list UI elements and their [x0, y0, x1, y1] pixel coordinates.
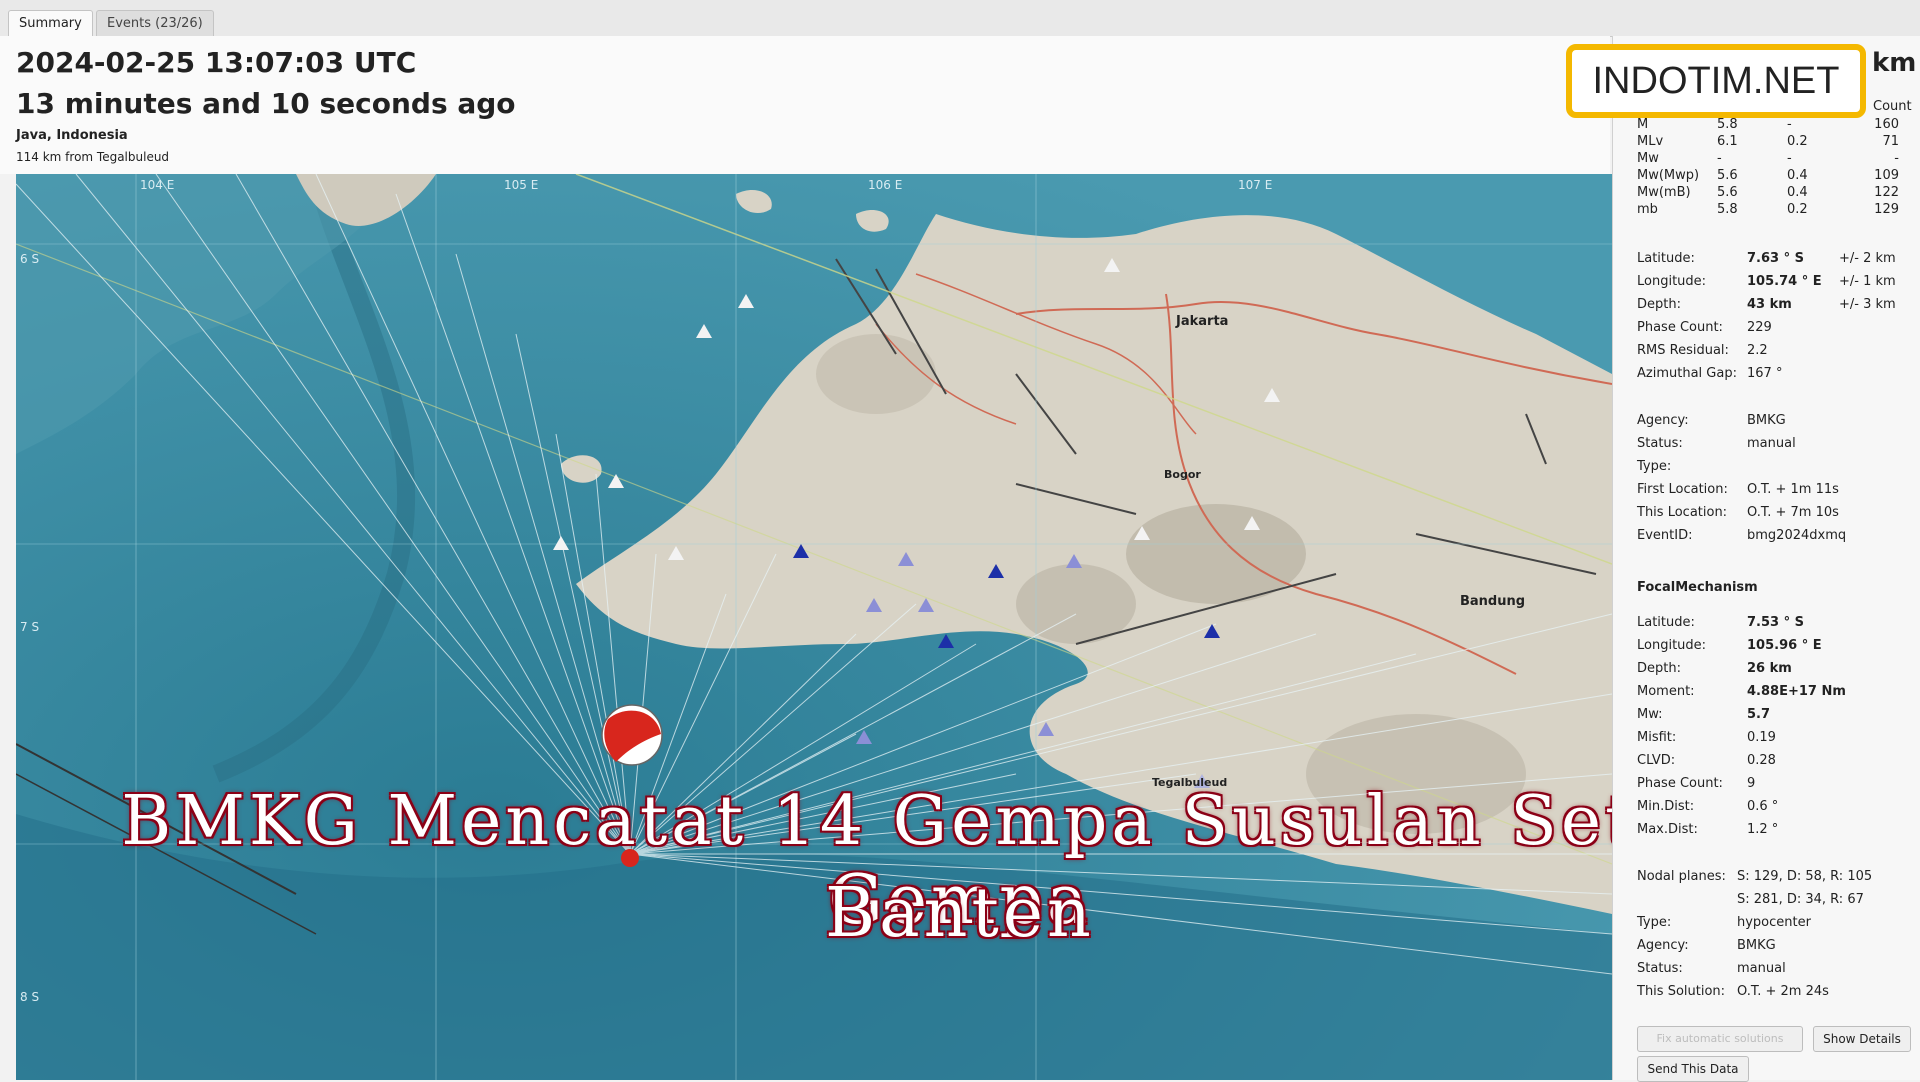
depth-km-partial: km — [1872, 48, 1917, 78]
event-details-panel: Count M 5.8-160 MLv 6.1 0.2 71 Mw - - - Mw(Mwp)… — [1612, 36, 1920, 1082]
send-data-button[interactable]: Send This Data — [1637, 1056, 1749, 1082]
event-time: 2024-02-25 13:07:03 UTC — [16, 46, 417, 79]
place-bandung: Bandung — [1460, 594, 1526, 609]
lon-tick-104: 104 E — [140, 178, 175, 192]
focal-mechanism-title: FocalMechanism — [1637, 580, 1758, 595]
show-details-button[interactable]: Show Details — [1813, 1026, 1911, 1052]
tab-events[interactable]: Events (23/26) — [96, 10, 214, 36]
tab-summary[interactable]: Summary — [8, 10, 93, 36]
lat-tick-8: 8 S — [20, 990, 40, 1004]
fix-automatic-button[interactable]: Fix automatic solutions — [1637, 1026, 1803, 1052]
tab-bar: Summary Events (23/26) — [0, 0, 1920, 37]
event-header: 2024-02-25 13:07:03 UTC 13 minutes and 1… — [0, 36, 1610, 174]
lon-tick-106: 106 E — [868, 178, 903, 192]
count-header: Count — [1873, 99, 1912, 114]
event-region: Java, Indonesia — [16, 128, 128, 143]
watermark-logo: INDOTIM.NET — [1566, 44, 1866, 118]
event-age: 13 minutes and 10 seconds ago — [16, 87, 516, 120]
focal-mechanism-beachball[interactable] — [601, 704, 663, 766]
place-jakarta: Jakarta — [1176, 314, 1229, 329]
lat-tick-6: 6 S — [20, 252, 40, 266]
lon-tick-107: 107 E — [1238, 178, 1273, 192]
event-distance: 114 km from Tegalbuleud — [16, 150, 170, 164]
place-bogor: Bogor — [1164, 468, 1201, 481]
lon-tick-105: 105 E — [504, 178, 539, 192]
lat-tick-7: 7 S — [20, 620, 40, 634]
